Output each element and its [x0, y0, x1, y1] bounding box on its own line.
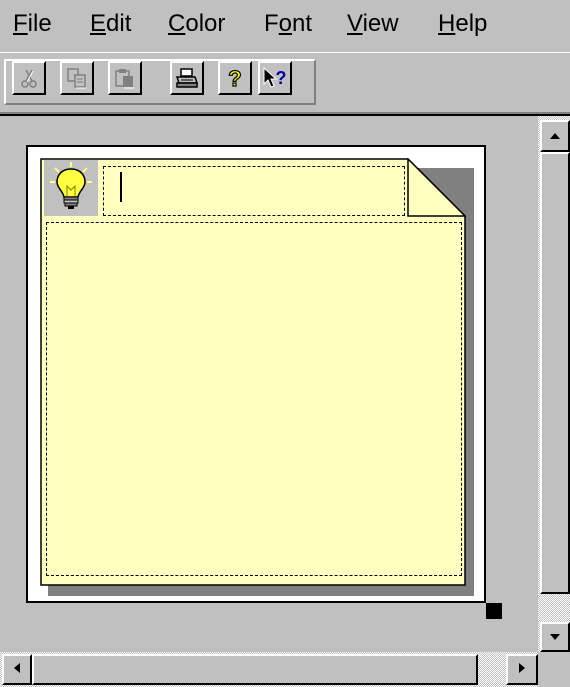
menu-bar: File Edit Color Font View Help — [0, 0, 570, 52]
cut-icon — [18, 67, 40, 89]
note-title-field[interactable] — [103, 166, 405, 216]
context-help-icon: ? — [262, 66, 288, 90]
svg-text:?: ? — [228, 66, 241, 90]
toolbar: ? ? — [0, 52, 570, 113]
menu-file-accel: F — [13, 10, 28, 37]
menu-color-accel: C — [168, 10, 186, 37]
horizontal-scroll-thumb[interactable] — [32, 654, 478, 685]
arrow-up-icon — [549, 127, 561, 145]
menu-file-label: ile — [27, 10, 52, 37]
menu-font[interactable]: Font — [264, 10, 312, 38]
note-body-field[interactable] — [46, 222, 462, 576]
arrow-right-icon — [518, 661, 526, 679]
svg-text:?: ? — [276, 68, 287, 88]
copy-button[interactable] — [60, 61, 94, 95]
arrow-left-icon — [13, 661, 21, 679]
scroll-right-button[interactable] — [506, 654, 538, 685]
horizontal-scrollbar[interactable] — [0, 652, 538, 687]
menu-font-pre: F — [264, 10, 279, 37]
menu-color-label: olor — [185, 10, 226, 37]
menu-view[interactable]: View — [347, 10, 399, 38]
note-icon-box[interactable] — [44, 160, 98, 216]
help-button[interactable]: ? — [218, 61, 252, 95]
scrollbar-corner — [538, 652, 570, 687]
paste-icon — [114, 67, 136, 89]
vertical-scroll-thumb[interactable] — [540, 152, 570, 594]
menu-help-label: elp — [455, 10, 488, 37]
paste-button[interactable] — [108, 61, 142, 95]
text-caret — [120, 172, 122, 202]
menu-help-accel: H — [438, 10, 456, 37]
menu-edit-label: dit — [106, 10, 132, 37]
menu-color[interactable]: Color — [168, 10, 225, 38]
scroll-left-button[interactable] — [2, 654, 32, 685]
menu-edit-accel: E — [90, 10, 107, 37]
print-icon — [175, 67, 199, 89]
menu-font-accel: o — [278, 10, 293, 37]
menu-view-accel: V — [347, 10, 363, 37]
arrow-down-icon — [549, 628, 561, 646]
menu-edit[interactable]: Edit — [90, 10, 131, 38]
menu-file[interactable]: File — [13, 10, 52, 38]
menu-view-label: iew — [362, 10, 399, 37]
context-help-button[interactable]: ? — [258, 61, 292, 95]
vertical-scrollbar[interactable] — [538, 116, 570, 652]
copy-icon — [66, 67, 88, 89]
scroll-up-button[interactable] — [540, 120, 570, 152]
menu-help[interactable]: Help — [438, 10, 487, 38]
help-icon: ? — [224, 66, 246, 90]
lightbulb-icon — [47, 160, 95, 217]
scroll-down-button[interactable] — [540, 622, 570, 652]
page-resize-handle[interactable] — [486, 603, 502, 619]
print-button[interactable] — [170, 61, 204, 95]
menu-font-label: nt — [292, 10, 313, 37]
cut-button[interactable] — [12, 61, 46, 95]
